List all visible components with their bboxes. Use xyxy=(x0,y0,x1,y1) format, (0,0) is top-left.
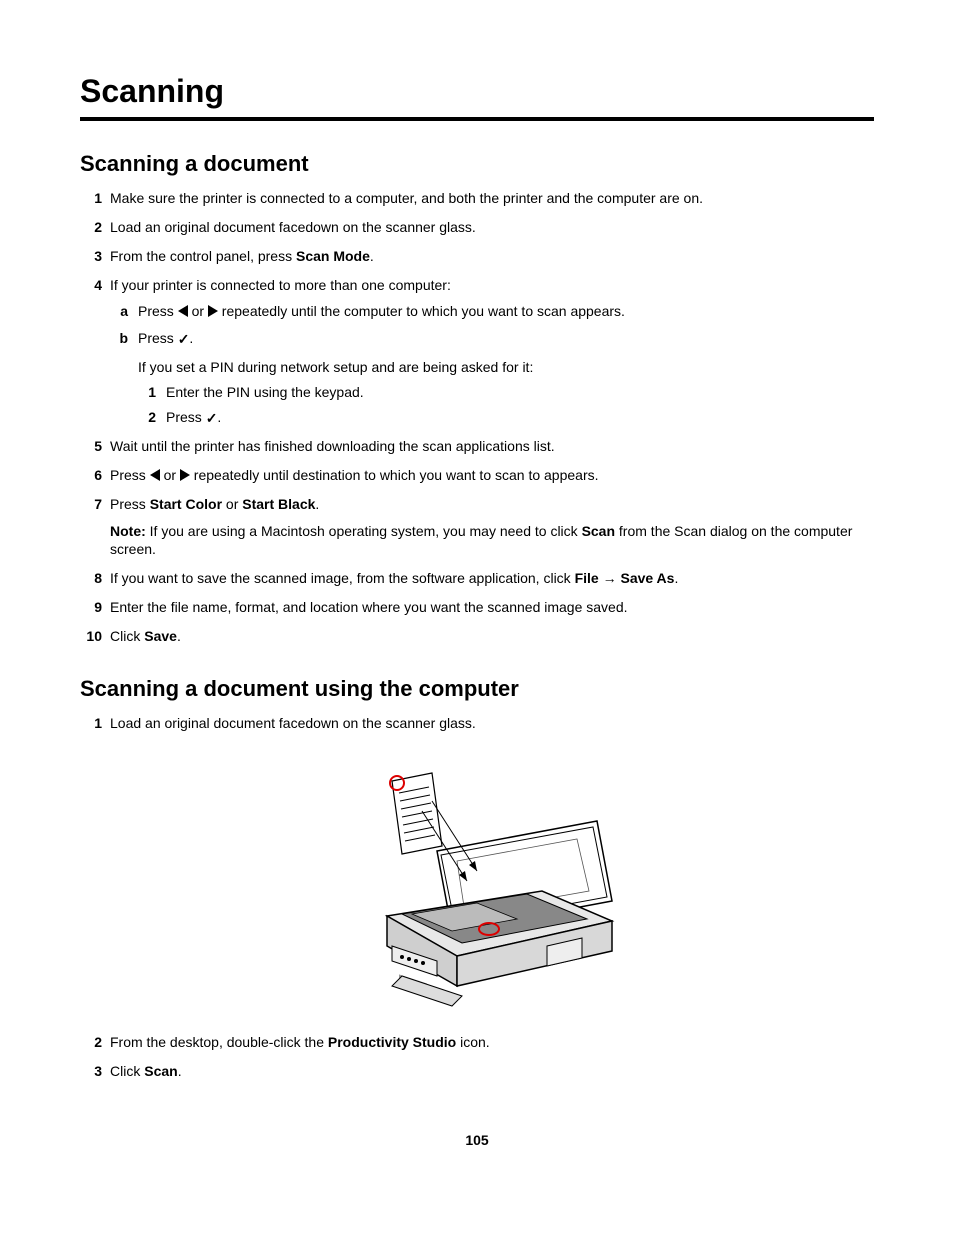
bold: Start Black xyxy=(242,496,315,512)
step: From the desktop, double-click the Produ… xyxy=(80,1033,874,1052)
step: Wait until the printer has finished down… xyxy=(80,437,874,456)
bold: Save As xyxy=(620,570,674,586)
text: Press xyxy=(110,496,150,512)
steps-section-1: Make sure the printer is connected to a … xyxy=(80,189,874,646)
text: . xyxy=(177,628,181,644)
text: Click xyxy=(110,628,144,644)
text: . xyxy=(315,496,319,512)
bold: Scan Mode xyxy=(296,248,370,264)
bold: Start Color xyxy=(150,496,222,512)
page-number: 105 xyxy=(80,1131,874,1150)
text: From the control panel, press xyxy=(110,248,296,264)
triangle-right-icon xyxy=(180,469,190,481)
step: Click Save. xyxy=(80,627,874,646)
sub-step: Press or repeatedly until the computer t… xyxy=(110,302,874,321)
step: If you want to save the scanned image, f… xyxy=(80,569,874,588)
text: or xyxy=(160,467,180,483)
bold: Save xyxy=(144,628,177,644)
text: Press xyxy=(110,467,150,483)
text: . xyxy=(178,1063,182,1079)
text: icon. xyxy=(456,1034,489,1050)
step: Make sure the printer is connected to a … xyxy=(80,189,874,208)
arrow-right-icon: → xyxy=(603,570,617,586)
checkmark-icon: ✓ xyxy=(206,409,218,428)
bold: Scan xyxy=(144,1063,177,1079)
step: Load an original document facedown on th… xyxy=(80,714,874,1016)
page-title: Scanning xyxy=(80,70,874,121)
text: . xyxy=(370,248,374,264)
section-heading-2: Scanning a document using the computer xyxy=(80,674,874,704)
text: If you are using a Macintosh operating s… xyxy=(146,523,582,539)
bold: File xyxy=(575,570,599,586)
sub-steps-alpha: Press or repeatedly until the computer t… xyxy=(110,302,874,426)
triangle-left-icon xyxy=(150,469,160,481)
sub-num-step: Press ✓. xyxy=(138,408,874,427)
text: . xyxy=(189,330,193,346)
step: Press or repeatedly until destination to… xyxy=(80,466,874,485)
sub-step: Press ✓. If you set a PIN during network… xyxy=(110,329,874,427)
text: repeatedly until the computer to which y… xyxy=(218,303,625,319)
printer-illustration xyxy=(110,751,874,1016)
checkmark-icon: ✓ xyxy=(178,330,190,349)
text: If your printer is connected to more tha… xyxy=(110,277,451,293)
note-label: Note: xyxy=(110,523,146,539)
text: Click xyxy=(110,1063,144,1079)
text: Make sure the printer is connected to a … xyxy=(110,190,703,206)
sub-num-step: Enter the PIN using the keypad. xyxy=(138,383,874,402)
step: From the control panel, press Scan Mode. xyxy=(80,247,874,266)
sub-steps-num: Enter the PIN using the keypad. Press ✓. xyxy=(138,383,874,427)
bold: Productivity Studio xyxy=(328,1034,456,1050)
triangle-left-icon xyxy=(178,305,188,317)
text: or xyxy=(222,496,242,512)
printer-svg xyxy=(367,751,617,1011)
text: Press xyxy=(138,330,178,346)
pin-block: If you set a PIN during network setup an… xyxy=(138,358,874,427)
step: Click Scan. xyxy=(80,1062,874,1081)
text: Enter the PIN using the keypad. xyxy=(166,384,364,400)
note: Note: If you are using a Macintosh opera… xyxy=(110,522,874,560)
step: Press Start Color or Start Black. Note: … xyxy=(80,495,874,560)
text: Load an original document facedown on th… xyxy=(110,715,476,731)
text: or xyxy=(188,303,208,319)
text: If you set a PIN during network setup an… xyxy=(138,359,533,375)
steps-section-2: Load an original document facedown on th… xyxy=(80,714,874,1082)
step: If your printer is connected to more tha… xyxy=(80,276,874,427)
text: If you want to save the scanned image, f… xyxy=(110,570,575,586)
bold: Scan xyxy=(582,523,615,539)
section-heading-1: Scanning a document xyxy=(80,149,874,179)
text: From the desktop, double-click the xyxy=(110,1034,328,1050)
step: Load an original document facedown on th… xyxy=(80,218,874,237)
text: Wait until the printer has finished down… xyxy=(110,438,555,454)
text: Press xyxy=(138,303,178,319)
text: . xyxy=(674,570,678,586)
text: Press xyxy=(166,409,206,425)
text: repeatedly until destination to which yo… xyxy=(190,467,599,483)
step: Enter the file name, format, and locatio… xyxy=(80,598,874,617)
text: . xyxy=(217,409,221,425)
text: Enter the file name, format, and locatio… xyxy=(110,599,628,615)
text: Load an original document facedown on th… xyxy=(110,219,476,235)
triangle-right-icon xyxy=(208,305,218,317)
